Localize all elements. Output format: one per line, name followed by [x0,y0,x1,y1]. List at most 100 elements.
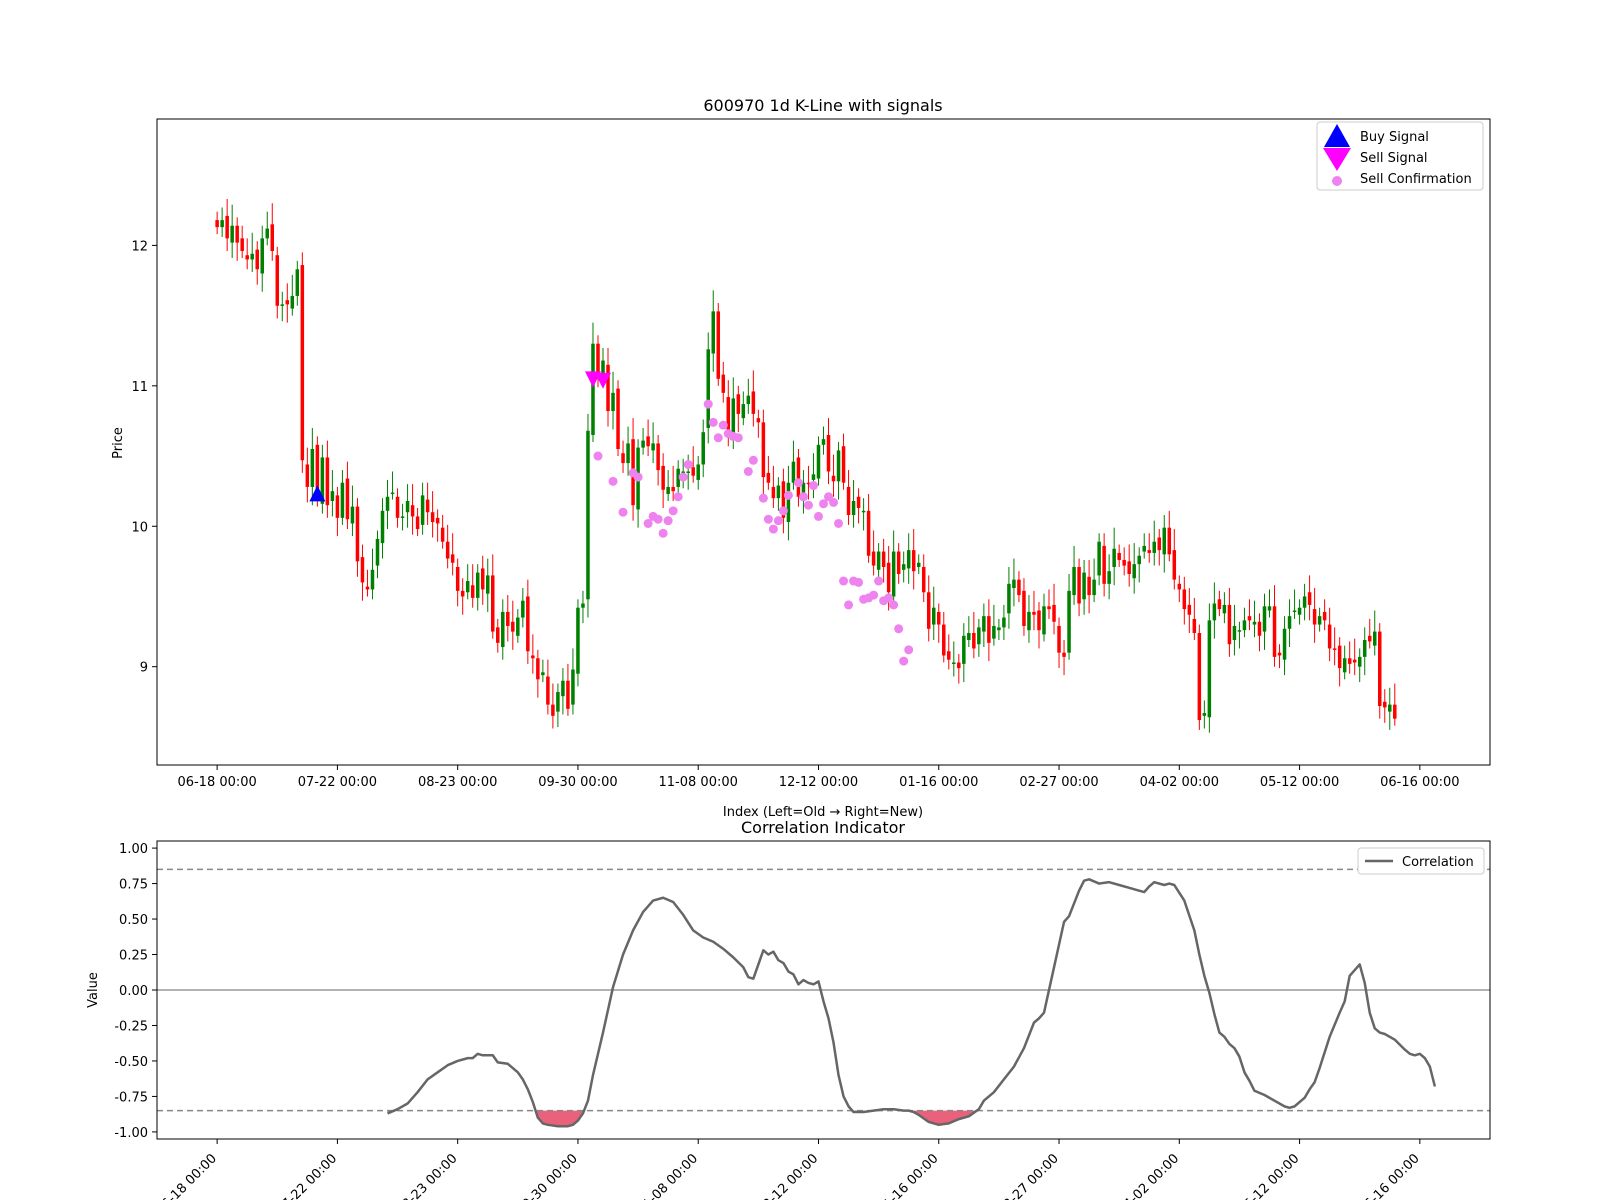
sell-confirmation-marker [633,472,643,482]
candle-body [250,253,254,260]
candle-body [551,704,555,716]
candle-body [1037,610,1041,631]
corr-title: Correlation Indicator [741,818,905,837]
candle-body [1302,596,1307,608]
sell-confirmation-marker [718,420,728,430]
candle-body [285,300,290,305]
corr-ytick-label: 1.00 [119,842,148,857]
sell-confirmation-marker [889,600,899,610]
candle-body [1127,561,1131,575]
candle-body [435,517,440,524]
candle-body [1052,604,1056,622]
candle-body [1332,648,1337,650]
candle-body [796,457,801,497]
candle-body [480,568,485,590]
candle-body [1182,589,1187,610]
candle-body [350,506,355,524]
candle-body [866,510,871,556]
candle-body [215,220,219,228]
candle-body [611,392,615,412]
sell-confirmation-marker [874,576,884,586]
kline-ytick-label: 10 [131,520,148,535]
sell-confirmation-marker [608,476,618,486]
candle-body [846,486,851,516]
candle-body [496,627,500,643]
candle-body [987,616,991,643]
candle-body [706,349,710,428]
candle-body [1097,541,1101,576]
candle-body [1252,621,1257,625]
candle-body [516,617,520,636]
candle-body [1247,616,1252,621]
corr-ylabel: Value [86,972,101,1008]
candle-body [225,215,229,239]
candle-body [1388,704,1392,712]
candle-body [621,453,625,464]
candle-body [546,676,550,705]
candle-body [536,658,540,680]
candle-body [721,374,726,393]
candle-body [751,391,756,414]
sell-confirmation-marker [683,459,693,469]
candle-body [571,669,575,705]
candle-body [1162,527,1167,555]
sell-confirmation-marker [798,492,808,502]
candle-body [1327,624,1332,649]
candle-body [606,364,610,412]
candle-body [1062,652,1066,657]
candle-body [977,627,981,645]
candle-body [591,343,595,435]
candle-body [886,562,891,593]
candle-body [1092,579,1096,596]
candle-body [696,464,700,480]
candle-body [1087,576,1091,596]
sell-confirmation-marker [733,433,743,443]
candle-body [1377,631,1382,707]
candle-body [1032,611,1036,615]
candle-body [1047,606,1051,610]
candle-body [982,616,986,632]
candle-body [666,486,670,494]
candle-body [586,430,590,600]
kline-xtick-label: 06-18 00:00 [177,775,256,790]
candle-body [921,566,926,593]
candle-body [1393,704,1397,719]
candle-body [1142,545,1146,552]
corr-ytick-label: 0.25 [119,949,148,964]
sell-confirmation-marker [829,497,839,507]
sell-confirmation-marker [713,433,723,443]
sell-confirmation-marker [618,507,628,517]
candle-body [671,486,675,492]
figure: 600970 1d K-Line with signals 9 10 11 12 06… [0,0,1600,1200]
candle-body [661,465,665,490]
sell-confirmation-marker [708,417,718,427]
candle-body [370,569,375,590]
corr-ytick-label: 0.00 [119,984,148,999]
candle-body [836,450,841,482]
kline-xtick-label: 11-08 00:00 [659,775,738,790]
candle-body [992,625,996,639]
candle-body [761,422,766,478]
candle-body [1257,621,1262,636]
kline-ytick-label: 12 [131,239,148,254]
candle-body [1137,555,1141,565]
candle-body [656,443,660,471]
sell-confirmation-marker [793,478,803,488]
candle-body [255,249,259,270]
candle-body [1172,550,1177,580]
sell-confirmation-marker [658,528,668,538]
candle-body [1132,564,1136,579]
candle-body [1207,620,1212,718]
candle-body [1297,607,1302,615]
candle-body [651,443,655,451]
candle-body [967,632,971,641]
candle-body [896,551,901,575]
sell-confirmation-marker [763,514,773,524]
candle-body [1077,566,1081,604]
candle-body [465,581,470,593]
candle-body [1317,616,1322,625]
candle-body [911,550,916,572]
sell-confirmation-marker [663,516,673,526]
candle-body [455,566,460,591]
candle-body [601,360,605,374]
